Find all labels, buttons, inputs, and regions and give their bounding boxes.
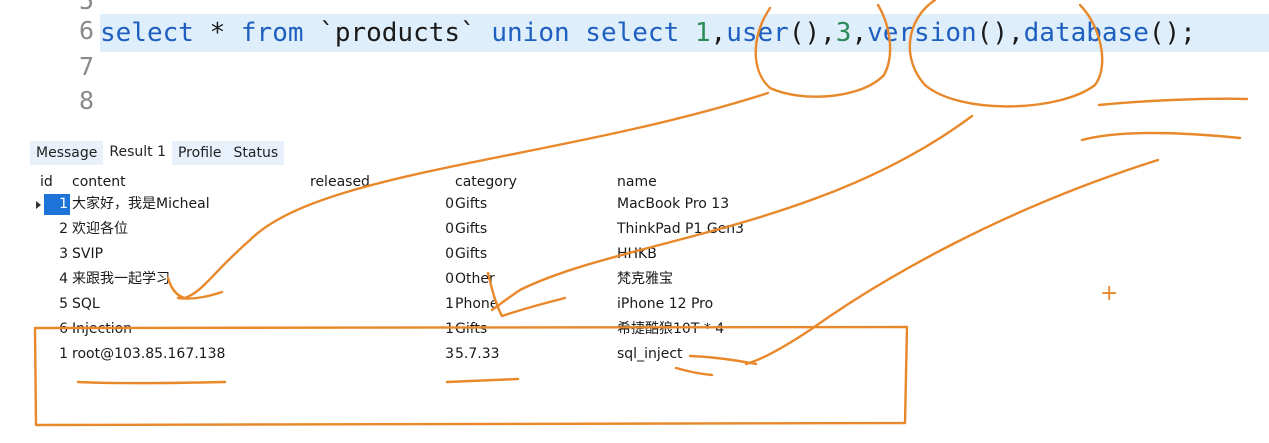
- sql-token: (),: [976, 18, 1024, 48]
- cell-id[interactable]: 2: [40, 217, 68, 242]
- cell-content[interactable]: SQL: [72, 292, 100, 317]
- cell-name[interactable]: MacBook Pro 13: [617, 192, 729, 217]
- table-row[interactable]: 4 来跟我一起学习 0 Other 梵克雅宝: [0, 267, 1269, 292]
- sql-keyword: union: [491, 18, 570, 48]
- table-row[interactable]: 2 欢迎各位 0 Gifts ThinkPad P1 Gen3: [0, 217, 1269, 242]
- cell-released[interactable]: 0: [400, 242, 454, 267]
- cell-released[interactable]: 1: [400, 292, 454, 317]
- cell-category[interactable]: Gifts: [455, 317, 487, 342]
- sql-keyword: select: [100, 18, 194, 48]
- crosshair-cursor-icon: +: [1100, 281, 1119, 306]
- result-tabs: Message Result 1 Profile Status: [30, 138, 285, 168]
- cell-name[interactable]: sql_inject: [617, 342, 683, 367]
- cell-content[interactable]: Injection: [72, 317, 132, 342]
- sql-token: ,: [710, 18, 727, 48]
- cell-content[interactable]: root@103.85.167.138: [72, 342, 225, 367]
- cell-content[interactable]: SVIP: [72, 242, 103, 267]
- cell-category[interactable]: Gifts: [455, 192, 487, 217]
- cell-released[interactable]: 1: [400, 317, 454, 342]
- sql-token: ();: [1148, 18, 1196, 48]
- annotation-underline-user: [76, 380, 227, 385]
- cell-id[interactable]: 5: [40, 292, 68, 317]
- cell-content[interactable]: 来跟我一起学习: [72, 267, 170, 292]
- sql-function: database: [1023, 18, 1149, 48]
- sql-editor[interactable]: 5 6 7 8 select * from `products` union s…: [0, 0, 1269, 125]
- tab-profile[interactable]: Profile: [171, 141, 228, 165]
- cell-id[interactable]: 1: [40, 342, 68, 367]
- sql-token: (),: [788, 18, 836, 48]
- line-number: 7: [78, 52, 94, 81]
- table-row[interactable]: 1 大家好，我是Micheal 0 Gifts MacBook Pro 13: [0, 192, 1269, 217]
- cell-category[interactable]: Phone: [455, 292, 498, 317]
- annotation-squiggle-database: [1080, 131, 1242, 142]
- cell-content[interactable]: 大家好，我是Micheal: [72, 192, 210, 217]
- sql-token: *: [193, 18, 241, 48]
- cell-category[interactable]: Gifts: [455, 217, 487, 242]
- cell-id[interactable]: 3: [40, 242, 68, 267]
- cell-name[interactable]: 希捷酷狼10T * 4: [617, 317, 724, 342]
- cell-name[interactable]: ThinkPad P1 Gen3: [617, 217, 744, 242]
- sql-query-line[interactable]: select * from `products` union select 1,…: [100, 14, 1269, 52]
- cell-released[interactable]: 0: [400, 217, 454, 242]
- sql-function: version: [867, 18, 977, 48]
- sql-token: ,: [851, 18, 868, 48]
- annotation-arrow-database: [674, 366, 714, 377]
- cell-name[interactable]: iPhone 12 Pro: [617, 292, 713, 317]
- cell-name[interactable]: 梵克雅宝: [617, 267, 673, 292]
- tab-result-1[interactable]: Result 1: [103, 140, 172, 166]
- line-number: 8: [78, 86, 94, 115]
- sql-keyword: from: [240, 18, 304, 48]
- sql-number: 3: [835, 18, 852, 48]
- cell-id[interactable]: 6: [40, 317, 68, 342]
- table-row[interactable]: 5 SQL 1 Phone iPhone 12 Pro: [0, 292, 1269, 317]
- cell-content[interactable]: 欢迎各位: [72, 217, 128, 242]
- sql-table-name: `products`: [303, 18, 492, 48]
- sql-number: 1: [694, 18, 711, 48]
- table-row[interactable]: 6 Injection 1 Gifts 希捷酷狼10T * 4: [0, 317, 1269, 342]
- cell-category[interactable]: Gifts: [455, 242, 487, 267]
- cell-id[interactable]: 4: [40, 267, 68, 292]
- cell-id[interactable]: 1: [40, 192, 68, 217]
- table-row[interactable]: 3 SVIP 0 Gifts HHKB: [0, 242, 1269, 267]
- sql-function: user: [726, 18, 789, 48]
- cell-category[interactable]: Other: [455, 267, 495, 292]
- cell-name[interactable]: HHKB: [617, 242, 657, 267]
- annotation-underline-version: [445, 377, 520, 384]
- line-number: 6: [78, 16, 94, 45]
- cell-released[interactable]: 0: [400, 192, 454, 217]
- tab-message[interactable]: Message: [30, 141, 104, 165]
- cell-released[interactable]: 3: [400, 342, 454, 367]
- tab-status[interactable]: Status: [227, 141, 285, 165]
- sql-keyword: select: [585, 18, 680, 48]
- cell-category[interactable]: 5.7.33: [455, 342, 500, 367]
- table-row[interactable]: 1 root@103.85.167.138 3 5.7.33 sql_injec…: [0, 342, 1269, 367]
- line-number: 5: [78, 0, 94, 15]
- cell-released[interactable]: 0: [400, 267, 454, 292]
